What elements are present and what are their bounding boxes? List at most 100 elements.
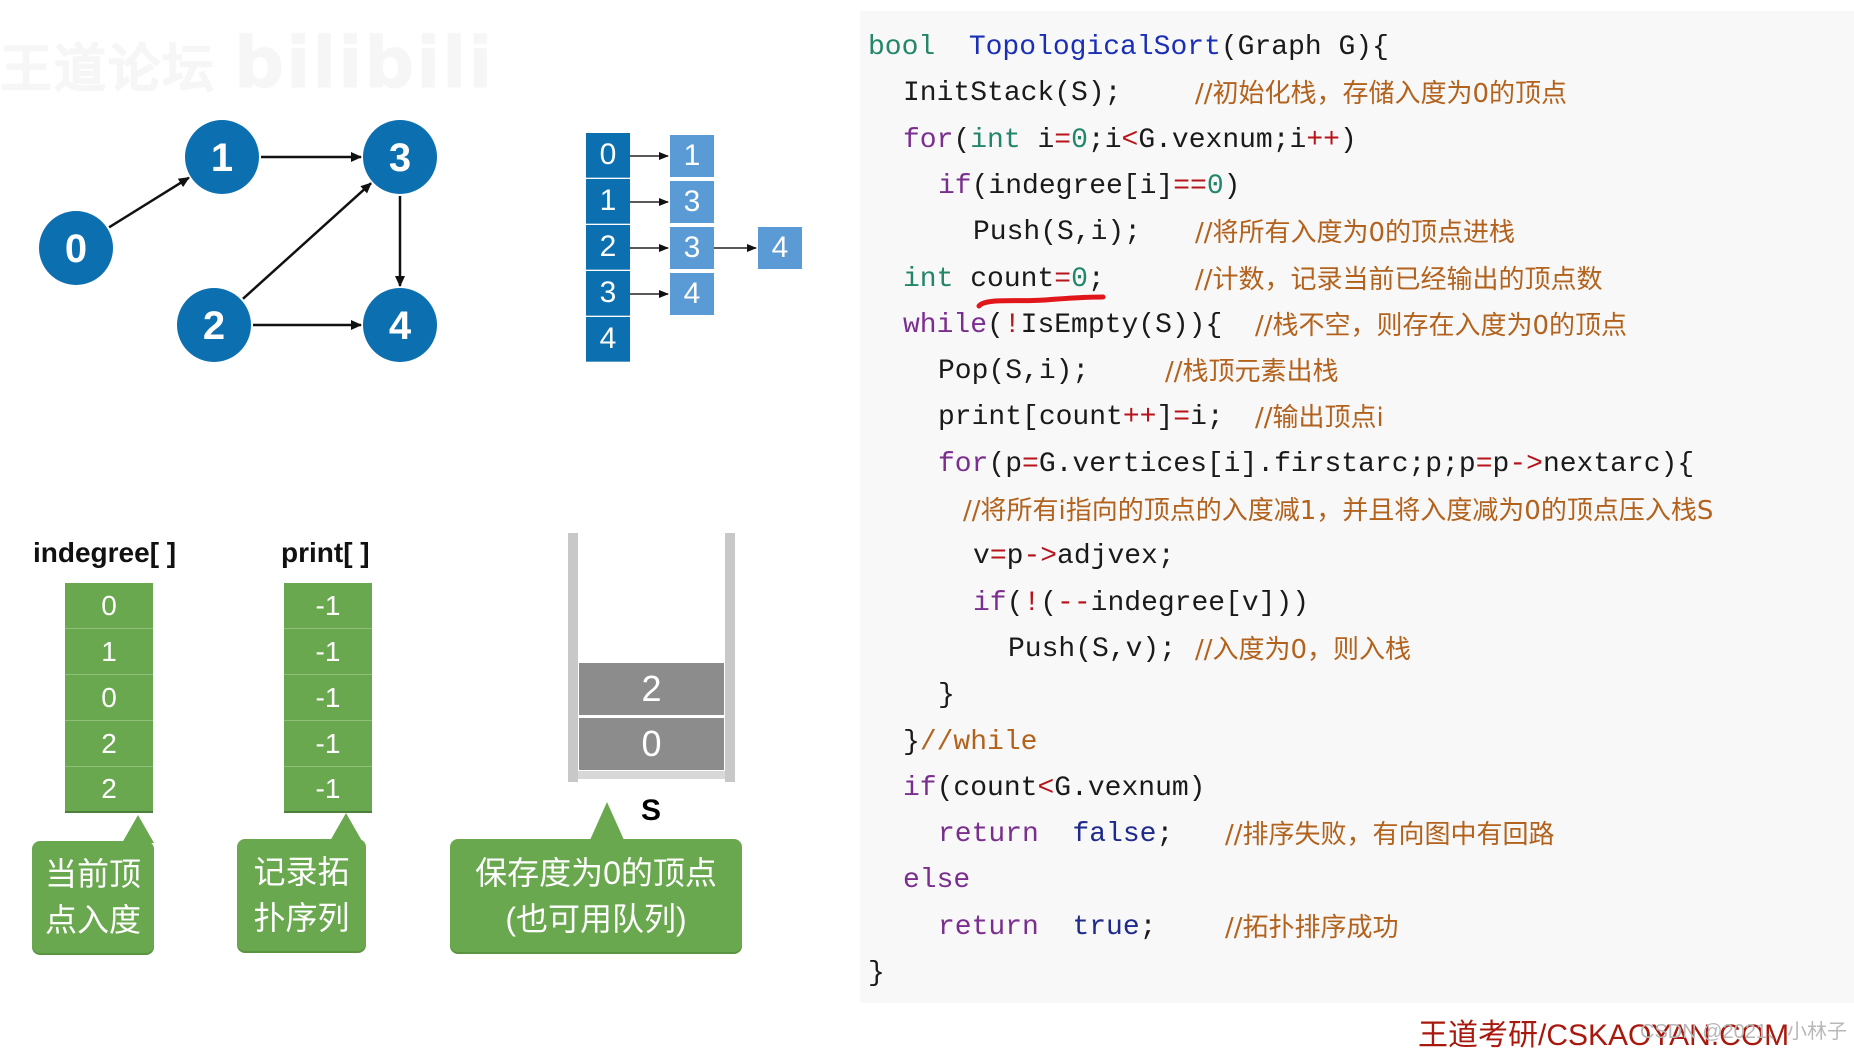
code-token: ) [1339,124,1357,156]
print-array: -1 -1 -1 -1 -1 [284,583,372,813]
code-token: count [953,263,1055,295]
graph-node-0: 0 [39,211,113,285]
indegree-cell-0: 0 [65,583,153,629]
code-token: -- [1057,587,1091,619]
indegree-cell-4: 2 [65,767,153,813]
callout-line: 当前顶 [44,856,141,892]
indegree-cell-3: 2 [65,721,153,767]
graph-node-1: 1 [185,120,259,194]
print-callout-tip [330,813,362,841]
code-token: ++ [1306,124,1340,156]
code-token: (Graph G){ [1220,32,1389,63]
code-token: ( [987,309,1004,341]
code-token: = [1022,448,1039,480]
code-comment: //输出顶点i [1255,403,1384,434]
csdn-watermark: CSDN @2021、小林子 [1640,1021,1848,1043]
code-token: print[count [938,402,1123,434]
code-token: IsEmpty(S)){ [1020,309,1223,341]
code-token: Pop(S,i); [938,356,1090,388]
code-line: Push(S,i); [973,210,1141,256]
code-token: 0 [1071,124,1088,156]
graph-edge-2-3 [242,182,372,300]
code-token: int [903,263,954,295]
code-line: if(indegree[i]==0) [938,164,1240,210]
code-token: int [970,124,1021,156]
code-token: p [1006,541,1024,573]
code-token: else [903,865,971,897]
graph-node-label: 1 [211,136,233,180]
code-token: TopologicalSort [968,32,1221,63]
code-token: ; [1139,911,1157,943]
code-token: v [973,541,990,573]
stack: 20 [579,663,724,773]
print-cell-1: -1 [284,629,372,675]
code-token: InitStack(S); [903,78,1122,110]
callout-line: 记录拓 [253,854,350,890]
indegree-title: indegree[ ] [33,537,177,568]
stack-right-wall [725,533,735,782]
code-comment: //拓扑排序成功 [1225,912,1399,943]
code-token: (indegree[i] [971,170,1174,202]
code-token: Push(S,i); [973,217,1142,249]
code-line: return true; [938,905,1156,951]
code-line: bool TopologicalSort(Graph G){ [868,25,1389,71]
callout-line: 扑序列 [253,900,350,936]
code-token: return [938,911,1039,943]
code-comment: //初始化栈，存储入度为0的顶点 [1195,79,1568,110]
code-token: nextarc){ [1542,448,1695,480]
code-comment: //将所有入度为0的顶点进栈 [1195,218,1516,249]
code-token: } [938,680,955,712]
graph-node-label: 3 [389,136,411,180]
code-token: -> [1023,541,1058,573]
code-token: G.vexnum;i [1138,124,1307,156]
code-token: i [1020,124,1055,156]
code-token: 0 [1206,170,1224,202]
code-token: ; [1087,263,1105,295]
stack-callout-tip [590,802,624,840]
code-token: = [1054,263,1072,295]
print-title: print[ ] [281,537,370,568]
graph-node-3: 3 [363,120,437,194]
code-line: print[count++]=i; [938,395,1224,441]
print-cell-4: -1 [284,767,372,813]
code-token: adjvex; [1057,541,1175,573]
graph-node-label: 4 [389,304,412,348]
code-comment: //栈不空，则存在入度为0的顶点 [1255,310,1628,341]
code-token: (p [988,448,1023,480]
code-token: ! [1003,309,1021,341]
code-line: for(p=G.vertices[i].firstarc;p;p=p->next… [938,442,1694,488]
code-token: ;i [1087,124,1122,156]
code-token: //while [919,726,1038,758]
code-line: if(!(--indegree[v])) [973,581,1309,627]
callout-line: 点入度 [44,902,141,938]
indegree-cell-2: 0 [65,675,153,721]
graph-node-label: 2 [203,304,225,348]
code-token: ] [1156,402,1174,434]
indegree-callout: 当前顶 点入度 [32,841,154,953]
code-line: } [868,951,885,997]
graph-node-2: 2 [177,288,251,362]
code-line: Push(S,v); [1008,627,1176,673]
code-token: G.vexnum) [1054,772,1206,804]
code-comment: //栈顶元素出栈 [1165,357,1339,388]
print-cell-3: -1 [284,721,372,767]
red-underline-annotation [976,294,1106,308]
code-token: (count [936,772,1038,804]
code-token: indegree[v])) [1090,587,1310,619]
code-token: Push(S,v); [1008,633,1177,665]
code-token: ) [1223,170,1241,202]
code-token: return [938,819,1039,851]
code-token: while [903,309,988,341]
code-token: if [938,170,972,202]
indegree-cell-1: 1 [65,629,153,675]
code-token: -> [1509,448,1543,480]
code-line: } [938,673,955,719]
code-token: ( [953,124,971,156]
code-token: bool [868,32,936,63]
code-line: }//while [903,720,1037,766]
code-token: G.vertices[i].firstarc;p;p [1038,448,1476,480]
graph-node-4: 4 [363,288,437,362]
stack-item: 2 [579,663,724,715]
